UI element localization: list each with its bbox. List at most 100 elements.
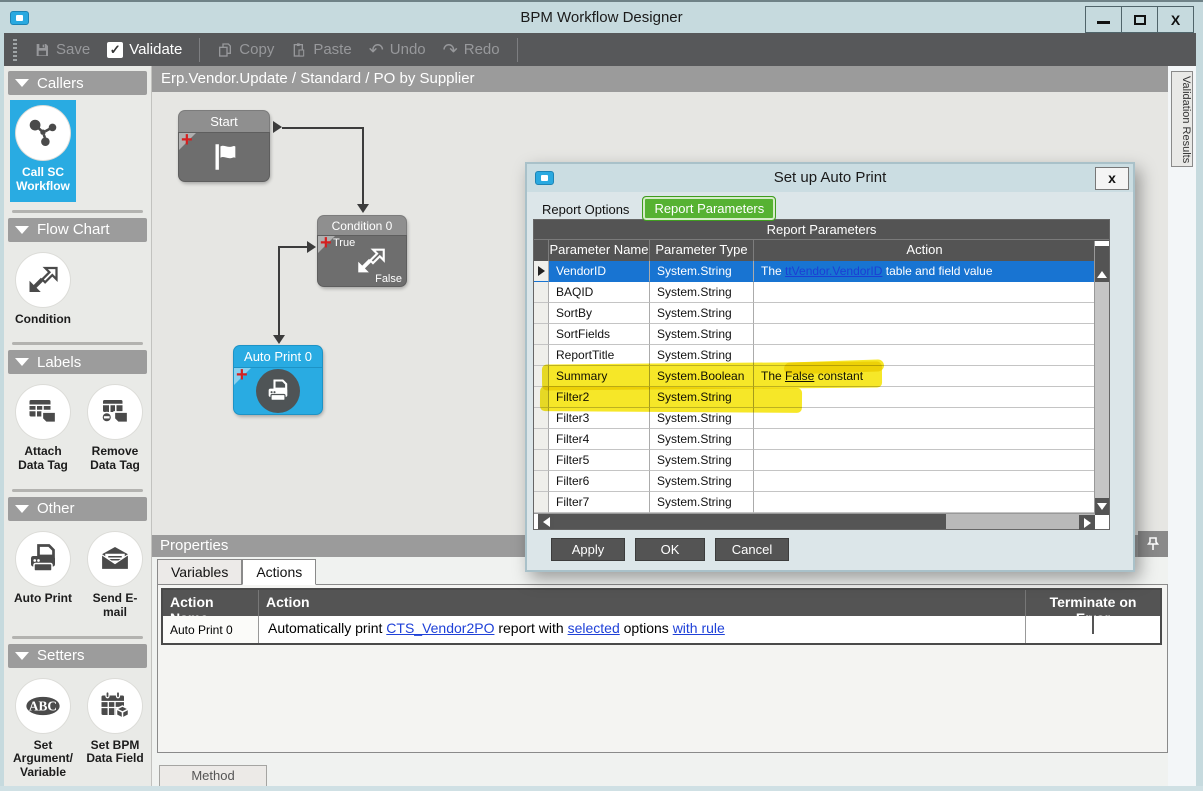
section-header-callers[interactable]: Callers xyxy=(8,71,147,95)
copy-button[interactable]: Copy xyxy=(217,41,274,58)
redo-button[interactable]: ↷ Redo xyxy=(443,41,500,58)
close-button[interactable]: X xyxy=(1157,6,1194,33)
apply-button[interactable]: Apply xyxy=(551,538,625,561)
report-parameters-grid: Report Parameters Parameter Name Paramet… xyxy=(533,219,1110,530)
horizontal-scrollbar[interactable] xyxy=(534,513,1095,529)
calendar-data-field-icon xyxy=(88,679,142,733)
toolbox-item-send-email[interactable]: Send E-mail xyxy=(82,526,148,628)
undo-icon: ↶ xyxy=(369,42,384,58)
toolbox-item-attach-data-tag[interactable]: Attach Data Tag xyxy=(10,379,76,481)
add-connection-icon[interactable]: + xyxy=(320,232,332,255)
add-connection-icon[interactable]: + xyxy=(181,129,193,152)
column-action[interactable]: Action xyxy=(754,240,1095,261)
row-selector[interactable] xyxy=(534,429,549,450)
scroll-up-button[interactable] xyxy=(1095,246,1109,282)
add-connection-icon[interactable]: + xyxy=(236,364,248,387)
param-row-filter5[interactable]: Filter5 System.String xyxy=(534,450,1109,471)
scroll-down-button[interactable] xyxy=(1095,498,1109,515)
rule-link[interactable]: with rule xyxy=(673,620,725,636)
maximize-button[interactable] xyxy=(1121,6,1158,33)
row-selector[interactable] xyxy=(534,492,549,513)
row-selector-header xyxy=(534,240,549,261)
validate-button[interactable]: Validate xyxy=(107,41,182,58)
section-header-labels[interactable]: Labels xyxy=(8,350,147,374)
toolbox-item-set-argument-variable[interactable]: ABC Set Argument/ Variable xyxy=(10,673,76,788)
column-parameter-name[interactable]: Parameter Name xyxy=(549,240,650,261)
node-start[interactable]: Start + xyxy=(178,110,270,182)
section-title: Other xyxy=(37,500,75,517)
ok-button[interactable]: OK xyxy=(635,538,705,561)
cancel-button[interactable]: Cancel xyxy=(715,538,789,561)
pin-button[interactable] xyxy=(1138,531,1168,557)
toolbar-gripper[interactable] xyxy=(13,39,17,61)
terminate-cell xyxy=(1026,616,1160,643)
vertical-scrollbar[interactable] xyxy=(1094,241,1109,515)
toolbox-item-auto-print[interactable]: Auto Print xyxy=(10,526,76,614)
param-row-vendorid[interactable]: VendorID System.String The ttVendor.Vend… xyxy=(534,261,1109,282)
section-header-other[interactable]: Other xyxy=(8,497,147,521)
scroll-right-button[interactable] xyxy=(1079,515,1095,530)
row-selector[interactable] xyxy=(534,450,549,471)
maximize-icon xyxy=(1134,15,1146,25)
row-selector[interactable] xyxy=(534,324,549,345)
row-selector[interactable] xyxy=(534,303,549,324)
tab-report-options[interactable]: Report Options xyxy=(533,198,638,221)
dialog-title-bar[interactable]: Set up Auto Print x xyxy=(527,164,1133,192)
action-row-auto-print-0[interactable]: Auto Print 0 Automatically print CTS_Ven… xyxy=(163,616,1160,643)
param-row-filter4[interactable]: Filter4 System.String xyxy=(534,429,1109,450)
param-name-cell: Filter4 xyxy=(549,429,650,450)
printer-icon xyxy=(16,532,70,586)
dialog-tabs: Report Options Report Parameters xyxy=(533,196,776,221)
section-header-setters[interactable]: Setters xyxy=(8,644,147,668)
table-field-link[interactable]: ttVendor.VendorID xyxy=(785,264,882,278)
param-action-cell xyxy=(754,324,1094,345)
options-link[interactable]: selected xyxy=(568,620,620,636)
row-selector[interactable] xyxy=(534,471,549,492)
param-row-baqid[interactable]: BAQID System.String xyxy=(534,282,1109,303)
minimize-button[interactable] xyxy=(1085,6,1122,33)
row-selector[interactable] xyxy=(534,261,549,282)
tab-validation-results[interactable]: Validation Results xyxy=(1171,71,1193,167)
scroll-left-button[interactable] xyxy=(538,514,554,529)
row-selector[interactable] xyxy=(534,408,549,429)
connector-start-condition xyxy=(362,127,364,205)
undo-button[interactable]: ↶ Undo xyxy=(369,41,426,58)
param-row-filter7[interactable]: Filter7 System.String xyxy=(534,492,1109,513)
save-icon xyxy=(34,42,50,58)
toolbox-item-condition[interactable]: Condition xyxy=(10,247,76,335)
condition-true-label: True xyxy=(333,237,355,249)
row-selector[interactable] xyxy=(534,345,549,366)
set-up-auto-print-dialog: Set up Auto Print x Report Options Repor… xyxy=(525,162,1135,572)
paste-button[interactable]: Paste xyxy=(291,41,351,58)
dialog-close-button[interactable]: x xyxy=(1095,167,1129,190)
save-button[interactable]: Save xyxy=(34,41,90,58)
column-parameter-type[interactable]: Parameter Type xyxy=(650,240,754,261)
report-link[interactable]: CTS_Vendor2PO xyxy=(386,620,494,636)
scrollbar-thumb[interactable] xyxy=(554,514,946,529)
title-bar: BPM Workflow Designer X xyxy=(0,0,1203,33)
section-title: Callers xyxy=(37,75,84,92)
node-condition-0[interactable]: Condition 0 + True False xyxy=(317,215,407,287)
condition-true-port[interactable] xyxy=(307,241,316,253)
row-selector[interactable] xyxy=(534,282,549,303)
section-header-flow-chart[interactable]: Flow Chart xyxy=(8,218,147,242)
tab-method-parameters[interactable]: Method parameters xyxy=(159,765,267,787)
param-action-cell xyxy=(754,303,1094,324)
toolbox-item-remove-data-tag[interactable]: Remove Data Tag xyxy=(82,379,148,481)
right-panel-strip xyxy=(1168,66,1196,786)
action-text: table and field value xyxy=(882,264,992,278)
toolbox-item-set-bpm-data-field[interactable]: Set BPM Data Field xyxy=(82,673,148,775)
terminate-checkbox[interactable] xyxy=(1092,615,1094,634)
param-row-sortby[interactable]: SortBy System.String xyxy=(534,303,1109,324)
param-action-cell xyxy=(754,408,1094,429)
tab-actions[interactable]: Actions xyxy=(242,559,316,585)
toolbox-item-call-sc-workflow[interactable]: Call SC Workflow xyxy=(10,100,76,202)
tab-report-parameters[interactable]: Report Parameters xyxy=(642,196,776,221)
paste-label: Paste xyxy=(313,41,351,58)
param-row-sortfields[interactable]: SortFields System.String xyxy=(534,324,1109,345)
start-output-port[interactable] xyxy=(273,121,282,133)
node-auto-print-0[interactable]: Auto Print 0 + xyxy=(233,345,323,415)
tab-variables[interactable]: Variables xyxy=(157,559,242,585)
param-row-filter6[interactable]: Filter6 System.String xyxy=(534,471,1109,492)
section-divider xyxy=(12,489,143,492)
